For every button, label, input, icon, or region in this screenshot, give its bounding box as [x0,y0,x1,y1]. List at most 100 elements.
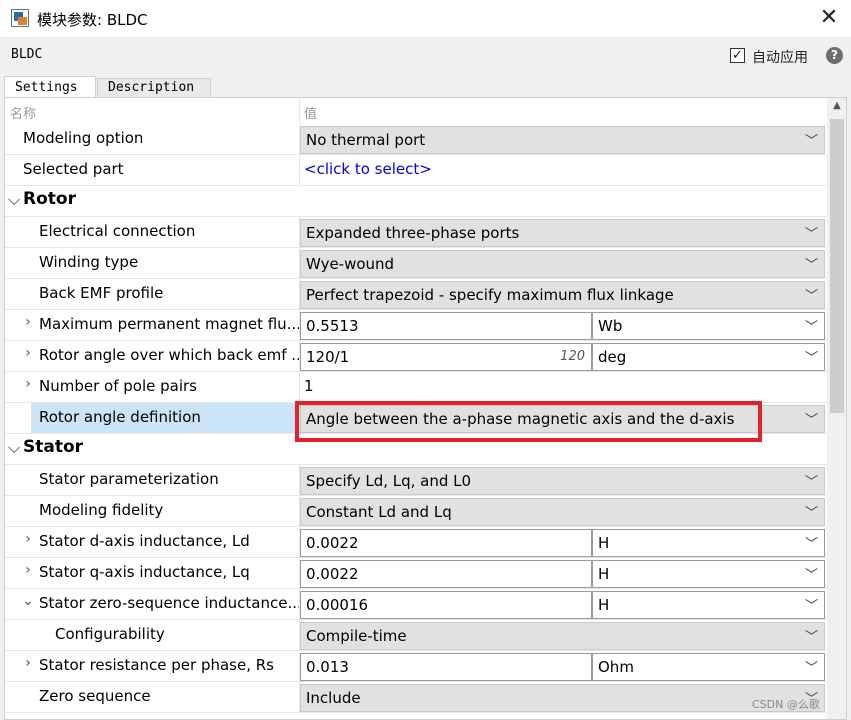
unit-value: Ohm [598,658,634,676]
ld-input[interactable]: 0.0022 [300,529,592,557]
collapsed-arrow-icon[interactable]: › [21,562,35,578]
group-row-stator[interactable]: ⌵ Stator [5,434,827,465]
collapsed-arrow-icon[interactable]: › [21,314,35,330]
group-label: Stator [23,437,84,457]
help-icon[interactable]: ? [826,47,843,64]
param-label: Maximum permanent magnet flu... [39,315,301,333]
scroll-thumb[interactable] [830,119,844,413]
unit-value: H [598,596,610,614]
dropdown-value: No thermal port [306,131,426,149]
unit-value: H [598,534,610,552]
param-label: Back EMF profile [39,284,164,302]
parameter-table: 名称 值 Modeling option No thermal port ﹀ S… [4,97,847,720]
unit-value: deg [598,348,627,366]
collapsed-arrow-icon[interactable]: › [21,345,35,361]
max-pm-flux-input[interactable]: 0.5513 [300,312,592,340]
chevron-down-icon: ﹀ [804,661,818,676]
param-label: Selected part [23,160,124,178]
chevron-down-icon: ﹀ [804,413,818,428]
collapsed-arrow-icon[interactable]: › [21,655,35,671]
scroll-up-arrow-icon[interactable]: ▲ [827,100,846,116]
group-row-rotor[interactable]: ⌵ Rotor [5,186,827,217]
tab-settings[interactable]: Settings [4,76,96,98]
param-label: Electrical connection [39,222,196,240]
back-emf-profile-dropdown[interactable]: Perfect trapezoid - specify maximum flux… [300,281,825,309]
unit-value: H [598,565,610,583]
expand-arrow-icon[interactable]: ⌵ [8,190,20,210]
param-row-pole-pairs: › Number of pole pairs 1 [5,372,827,403]
chevron-down-icon: ﹀ [804,289,818,304]
param-row-configurability: Configurability Compile-time ﹀ [5,620,827,651]
close-button[interactable]: ✕ [816,6,842,32]
chevron-down-icon: ﹀ [804,351,818,366]
chevron-down-icon: ﹀ [804,320,818,335]
configurability-dropdown[interactable]: Compile-time ﹀ [300,622,825,650]
dropdown-value: Wye-wound [306,255,395,273]
dropdown-value: Perfect trapezoid - specify maximum flux… [306,286,674,304]
dropdown-value: Specify Ld, Lq, and L0 [306,472,472,490]
dropdown-value: Constant Ld and Lq [306,503,452,521]
rotor-angle-back-emf-input[interactable]: 120/1 120 [300,343,592,371]
rs-input[interactable]: 0.013 [300,653,592,681]
rotor-angle-back-emf-unit-select[interactable]: deg ﹀ [592,343,825,371]
vertical-scrollbar[interactable]: ▲ [827,98,846,719]
unit-value: Wb [598,317,623,335]
zero-sequence-dropdown[interactable]: Include ﹀ [300,684,825,712]
auto-apply-checkbox[interactable]: ✓ [730,48,745,63]
chevron-down-icon: ﹀ [804,227,818,242]
rotor-angle-definition-dropdown[interactable]: Angle between the a-phase magnetic axis … [300,405,825,433]
lq-input[interactable]: 0.0022 [300,560,592,588]
param-row-stator-parameterization: Stator parameterization Specify Ld, Lq, … [5,465,827,496]
param-row-rs: › Stator resistance per phase, Rs 0.013 … [5,651,827,682]
tab-description[interactable]: Description [97,78,211,98]
param-row-modeling-option: Modeling option No thermal port ﹀ [5,124,827,155]
l0-input[interactable]: 0.00016 [300,591,592,619]
expand-arrow-icon[interactable]: ⌵ [8,438,20,458]
collapsed-arrow-icon[interactable]: › [21,531,35,547]
param-label: Modeling fidelity [39,501,164,519]
chevron-down-icon: ﹀ [804,134,818,149]
param-row-zero-sequence: Zero sequence Include ﹀ [5,682,827,713]
pole-pairs-value[interactable]: 1 [304,377,314,395]
l0-unit-select[interactable]: H ﹀ [592,591,825,619]
select-part-link[interactable]: <click to select> [304,160,432,178]
electrical-connection-dropdown[interactable]: Expanded three-phase ports ﹀ [300,219,825,247]
expanded-arrow-icon[interactable]: ⌄ [21,593,35,609]
evaluated-value-hint: 120 [560,349,585,364]
chevron-down-icon: ﹀ [804,258,818,273]
param-label: Stator q-axis inductance, Lq [39,563,250,581]
max-pm-flux-unit-select[interactable]: Wb ﹀ [592,312,825,340]
input-value: 0.00016 [306,596,369,614]
chevron-down-icon: ﹀ [804,537,818,552]
param-label: Configurability [55,625,165,643]
param-label: Stator d-axis inductance, Ld [39,532,250,550]
input-value: 0.0022 [306,565,359,583]
param-label: Stator zero-sequence inductance... [39,594,302,612]
stator-parameterization-dropdown[interactable]: Specify Ld, Lq, and L0 ﹀ [300,467,825,495]
window-title: 模块参数: BLDC [37,11,148,29]
param-label: Number of pole pairs [39,377,197,395]
collapsed-arrow-icon[interactable]: › [21,376,35,392]
param-label: Modeling option [23,129,144,147]
param-row-modeling-fidelity: Modeling fidelity Constant Ld and Lq ﹀ [5,496,827,527]
chevron-down-icon: ﹀ [804,506,818,521]
param-row-lq: › Stator q-axis inductance, Lq 0.0022 H … [5,558,827,589]
param-row-l0: ⌄ Stator zero-sequence inductance... 0.0… [5,589,827,620]
chevron-down-icon: ﹀ [804,475,818,490]
modeling-option-dropdown[interactable]: No thermal port ﹀ [300,126,825,154]
param-row-selected-part: Selected part <click to select> [5,155,827,186]
input-value: 0.013 [306,658,349,676]
block-name-label: BLDC [11,47,43,62]
cell-divider [299,372,300,403]
winding-type-dropdown[interactable]: Wye-wound ﹀ [300,250,825,278]
modeling-fidelity-dropdown[interactable]: Constant Ld and Lq ﹀ [300,498,825,526]
param-row-rotor-angle-definition: Rotor angle definition Angle between the… [5,403,827,434]
ld-unit-select[interactable]: H ﹀ [592,529,825,557]
lq-unit-select[interactable]: H ﹀ [592,560,825,588]
param-label-selected[interactable]: Rotor angle definition [31,403,297,433]
param-label: Rotor angle over which back emf ... [39,346,306,364]
param-row-electrical-connection: Electrical connection Expanded three-pha… [5,217,827,248]
rs-unit-select[interactable]: Ohm ﹀ [592,653,825,681]
simulink-block-icon [11,9,29,27]
param-label: Zero sequence [39,687,151,705]
